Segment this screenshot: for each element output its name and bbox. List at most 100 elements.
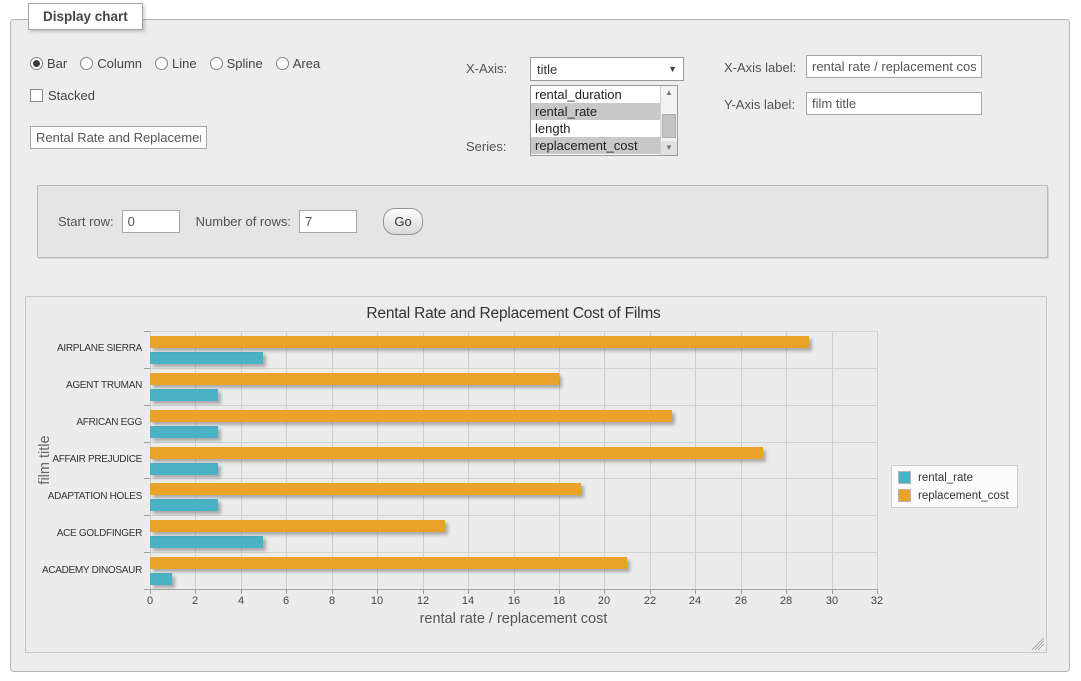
x-axis-select-label: X-Axis: (466, 61, 507, 76)
y-axis-label-input[interactable] (806, 92, 982, 115)
bar-rental_rate (150, 426, 218, 438)
x-tick-label: 16 (494, 595, 534, 607)
series-scrollbar[interactable]: ▲ ▼ (660, 86, 677, 155)
y-axis-label-caption: Y-Axis label: (724, 97, 795, 112)
radio-area-label: Area (293, 56, 320, 71)
gridline-vertical (150, 331, 151, 589)
bar-replacement_cost (150, 447, 763, 459)
series-listbox[interactable]: rental_duration rental_rate length repla… (530, 85, 678, 156)
bar-rental_rate (150, 536, 263, 548)
legend-label: rental_rate (918, 472, 973, 484)
series-option[interactable]: rental_rate (531, 103, 660, 120)
start-row-label: Start row: (58, 214, 114, 229)
start-row-input[interactable] (122, 210, 180, 233)
radio-spline-icon[interactable] (210, 57, 223, 70)
x-tick-label: 0 (130, 595, 170, 607)
gridline-vertical (241, 331, 242, 589)
x-tick-label: 24 (675, 595, 715, 607)
category-label: ACADEMY DINOSAUR (32, 565, 142, 576)
radio-line-label: Line (172, 56, 197, 71)
category-label: ACE GOLDFINGER (32, 528, 142, 539)
plot-area: 02468101214161820222426283032AIRPLANE SI… (150, 331, 877, 589)
scrollbar-thumb[interactable] (662, 114, 676, 138)
x-tick-label: 2 (175, 595, 215, 607)
stacked-checkbox[interactable] (30, 89, 43, 102)
chevron-down-icon: ▼ (668, 64, 677, 74)
x-tick-label: 32 (857, 595, 897, 607)
radio-column[interactable]: Column (80, 56, 142, 71)
radio-spline[interactable]: Spline (210, 56, 263, 71)
gridline-vertical (195, 331, 196, 589)
legend-swatch-icon (898, 471, 911, 484)
gridline-vertical (423, 331, 424, 589)
chart-legend: rental_rate replacement_cost (891, 465, 1018, 508)
x-axis-title: rental rate / replacement cost (150, 611, 877, 627)
series-option[interactable]: replacement_cost (531, 137, 660, 154)
radio-spline-label: Spline (227, 56, 263, 71)
gridline-vertical (650, 331, 651, 589)
gridline-vertical (332, 331, 333, 589)
number-of-rows-input[interactable] (299, 210, 357, 233)
chart-type-radio-group: Bar Column Line Spline Area (30, 56, 320, 71)
radio-line-icon[interactable] (155, 57, 168, 70)
x-tick-label: 26 (721, 595, 761, 607)
x-tick-label: 12 (403, 595, 443, 607)
y-axis-title: film title (37, 405, 53, 515)
x-tick-label: 20 (584, 595, 624, 607)
legend-label: replacement_cost (918, 490, 1009, 502)
bar-replacement_cost (150, 336, 809, 348)
radio-column-label: Column (97, 56, 142, 71)
gridline-vertical (786, 331, 787, 589)
number-of-rows-label: Number of rows: (196, 214, 291, 229)
category-label: AIRPLANE SIERRA (32, 343, 142, 354)
radio-line[interactable]: Line (155, 56, 197, 71)
legend-swatch-icon (898, 489, 911, 502)
bar-rental_rate (150, 389, 218, 401)
x-axis-selected-value: title (537, 62, 557, 77)
chart-title: Rental Rate and Replacement Cost of Film… (150, 305, 877, 323)
x-axis-label-input[interactable] (806, 55, 982, 78)
go-button[interactable]: Go (383, 208, 423, 235)
stacked-label: Stacked (48, 88, 95, 103)
x-axis-select[interactable]: title ▼ (530, 57, 684, 81)
x-tick-label: 10 (357, 595, 397, 607)
gridline-vertical (559, 331, 560, 589)
series-option[interactable]: length (531, 120, 660, 137)
display-chart-page: Display chart Bar Column Line Spline Are… (0, 0, 1081, 681)
scroll-up-icon[interactable]: ▲ (661, 86, 677, 100)
gridline-vertical (741, 331, 742, 589)
bar-replacement_cost (150, 410, 672, 422)
radio-area[interactable]: Area (276, 56, 320, 71)
radio-column-icon[interactable] (80, 57, 93, 70)
x-tick-label: 30 (812, 595, 852, 607)
gridline-vertical (604, 331, 605, 589)
x-tick-label: 6 (266, 595, 306, 607)
gridline-vertical (877, 331, 878, 589)
stacked-checkbox-row[interactable]: Stacked (30, 88, 95, 103)
bar-replacement_cost (150, 520, 445, 532)
bar-rental_rate (150, 352, 263, 364)
row-range-panel: Start row: Number of rows: Go (37, 185, 1048, 258)
series-option[interactable]: rental_duration (531, 86, 660, 103)
chart-title-input[interactable] (30, 126, 207, 149)
bar-replacement_cost (150, 483, 581, 495)
radio-bar[interactable]: Bar (30, 56, 67, 71)
bar-rental_rate (150, 573, 172, 585)
scroll-down-icon[interactable]: ▼ (661, 141, 677, 155)
x-axis-label-caption: X-Axis label: (724, 60, 796, 75)
x-tick-label: 4 (221, 595, 261, 607)
bar-rental_rate (150, 463, 218, 475)
x-tick-label: 28 (766, 595, 806, 607)
radio-bar-icon[interactable] (30, 57, 43, 70)
legend-entry: rental_rate (898, 471, 1009, 484)
gridline-vertical (514, 331, 515, 589)
resize-grip-icon[interactable] (1031, 637, 1044, 650)
x-tick-label: 18 (539, 595, 579, 607)
chart-container: Rental Rate and Replacement Cost of Film… (25, 296, 1047, 653)
radio-area-icon[interactable] (276, 57, 289, 70)
fieldset-legend: Display chart (28, 3, 143, 30)
gridline-vertical (695, 331, 696, 589)
series-list-label: Series: (466, 139, 506, 154)
x-tick-label: 8 (312, 595, 352, 607)
gridline-vertical (286, 331, 287, 589)
